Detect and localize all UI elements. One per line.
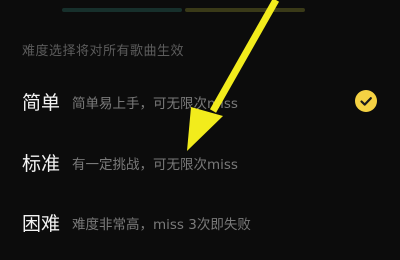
difficulty-option-description: 简单易上手，可无限次miss [72, 96, 238, 112]
tab-indicator-left [62, 8, 182, 12]
difficulty-option-description: 难度非常高，miss 3次即失败 [72, 217, 251, 233]
selected-check-icon [355, 90, 377, 112]
difficulty-option-name: 标准 [22, 153, 61, 175]
difficulty-option-description: 有一定挑战，可无限次miss [72, 157, 238, 173]
top-tab-indicators [0, 4, 400, 12]
difficulty-hint-text: 难度选择将对所有歌曲生效 [22, 44, 185, 59]
difficulty-option-easy[interactable]: 简单 简单易上手，可无限次miss [0, 80, 400, 128]
difficulty-option-hard[interactable]: 困难 难度非常高，miss 3次即失败 [0, 201, 400, 249]
tab-indicator-right [185, 8, 305, 12]
difficulty-settings-screen: 难度选择将对所有歌曲生效 简单 简单易上手，可无限次miss 标准 有一定挑战，… [0, 0, 400, 260]
difficulty-option-name: 简单 [22, 92, 61, 114]
difficulty-option-standard[interactable]: 标准 有一定挑战，可无限次miss [0, 141, 400, 189]
difficulty-option-name: 困难 [22, 213, 61, 235]
